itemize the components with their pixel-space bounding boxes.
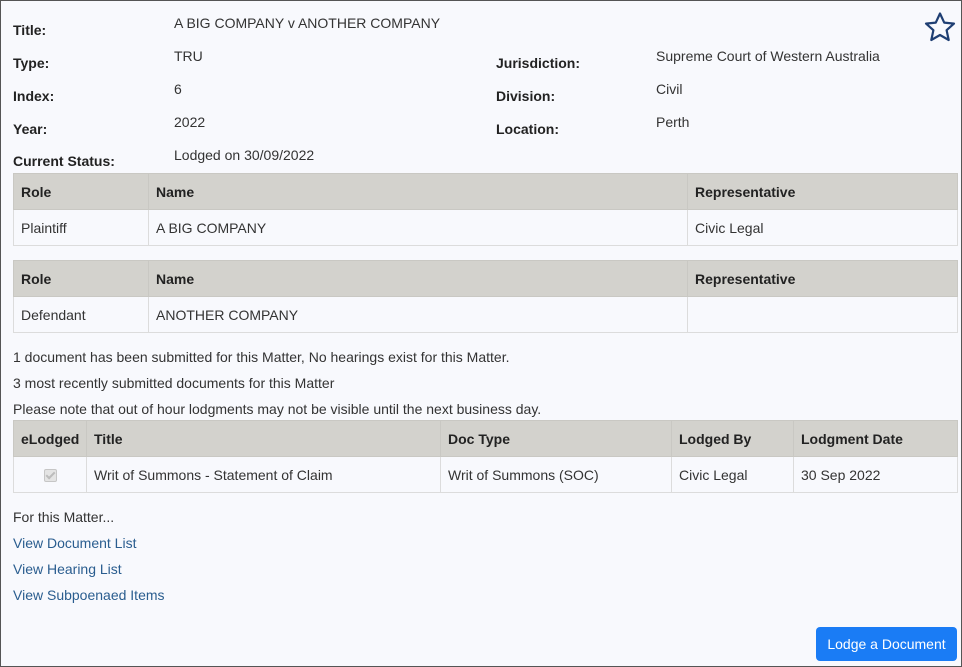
- party-role: Plaintiff: [13, 209, 149, 246]
- star-outline-icon[interactable]: [924, 11, 956, 43]
- jurisdiction-value: Supreme Court of Western Australia: [656, 48, 880, 64]
- party-representative: [687, 296, 958, 333]
- table-row: Plaintiff A BIG COMPANY Civic Legal: [13, 209, 958, 246]
- title-value: A BIG COMPANY v ANOTHER COMPANY: [174, 15, 441, 31]
- table-header-row: Role Name Representative: [13, 173, 958, 210]
- party-name: A BIG COMPANY: [148, 209, 688, 246]
- index-value: 6: [174, 81, 182, 97]
- party-role: Defendant: [13, 296, 149, 333]
- year-label: Year:: [13, 121, 48, 137]
- defendant-table: Role Name Representative Defendant ANOTH…: [13, 260, 958, 333]
- role-header: Role: [13, 260, 149, 297]
- table-row: Writ of Summons - Statement of Claim Wri…: [13, 456, 958, 493]
- division-label: Division:: [496, 88, 556, 104]
- document-type: Writ of Summons (SOC): [440, 456, 672, 493]
- jurisdiction-label: Jurisdiction:: [496, 55, 581, 71]
- view-document-list-link[interactable]: View Document List: [13, 535, 136, 551]
- lodge-document-button[interactable]: Lodge a Document: [816, 627, 957, 661]
- document-title: Writ of Summons - Statement of Claim: [86, 456, 441, 493]
- name-header: Name: [148, 173, 688, 210]
- table-header-row: eLodged Title Doc Type Lodged By Lodgmen…: [13, 420, 958, 457]
- documents-table: eLodged Title Doc Type Lodged By Lodgmen…: [13, 420, 958, 493]
- title-header: Title: [86, 420, 441, 457]
- type-value: TRU: [174, 48, 203, 64]
- status-label: Current Status:: [13, 153, 115, 169]
- location-label: Location:: [496, 121, 559, 137]
- document-lodged-by: Civic Legal: [671, 456, 794, 493]
- elodged-header: eLodged: [13, 420, 87, 457]
- plaintiff-table: Role Name Representative Plaintiff A BIG…: [13, 173, 958, 246]
- view-subpoenaed-items-link[interactable]: View Subpoenaed Items: [13, 587, 165, 603]
- matter-summary-text: 1 document has been submitted for this M…: [13, 349, 510, 365]
- elodged-cell: [13, 456, 87, 493]
- title-label: Title:: [13, 22, 47, 38]
- elodged-checkbox: [43, 469, 57, 483]
- party-name: ANOTHER COMPANY: [148, 296, 688, 333]
- table-row: Defendant ANOTHER COMPANY: [13, 296, 958, 333]
- index-label: Index:: [13, 88, 55, 104]
- matter-panel: Title: A BIG COMPANY v ANOTHER COMPANY T…: [0, 0, 962, 667]
- division-value: Civil: [656, 81, 683, 97]
- party-representative: Civic Legal: [687, 209, 958, 246]
- name-header: Name: [148, 260, 688, 297]
- doc-type-header: Doc Type: [440, 420, 672, 457]
- role-header: Role: [13, 173, 149, 210]
- representative-header: Representative: [687, 260, 958, 297]
- location-value: Perth: [656, 114, 690, 130]
- type-label: Type:: [13, 55, 50, 71]
- table-header-row: Role Name Representative: [13, 260, 958, 297]
- lodgment-date-header: Lodgment Date: [793, 420, 958, 457]
- view-hearing-list-link[interactable]: View Hearing List: [13, 561, 122, 577]
- lodgment-notice-text: Please note that out of hour lodgments m…: [13, 401, 542, 417]
- recent-documents-text: 3 most recently submitted documents for …: [13, 375, 335, 391]
- year-value: 2022: [174, 114, 206, 130]
- lodged-by-header: Lodged By: [671, 420, 794, 457]
- links-heading: For this Matter...: [13, 509, 115, 525]
- status-value: Lodged on 30/09/2022: [174, 147, 315, 163]
- representative-header: Representative: [687, 173, 958, 210]
- document-lodgment-date: 30 Sep 2022: [793, 456, 958, 493]
